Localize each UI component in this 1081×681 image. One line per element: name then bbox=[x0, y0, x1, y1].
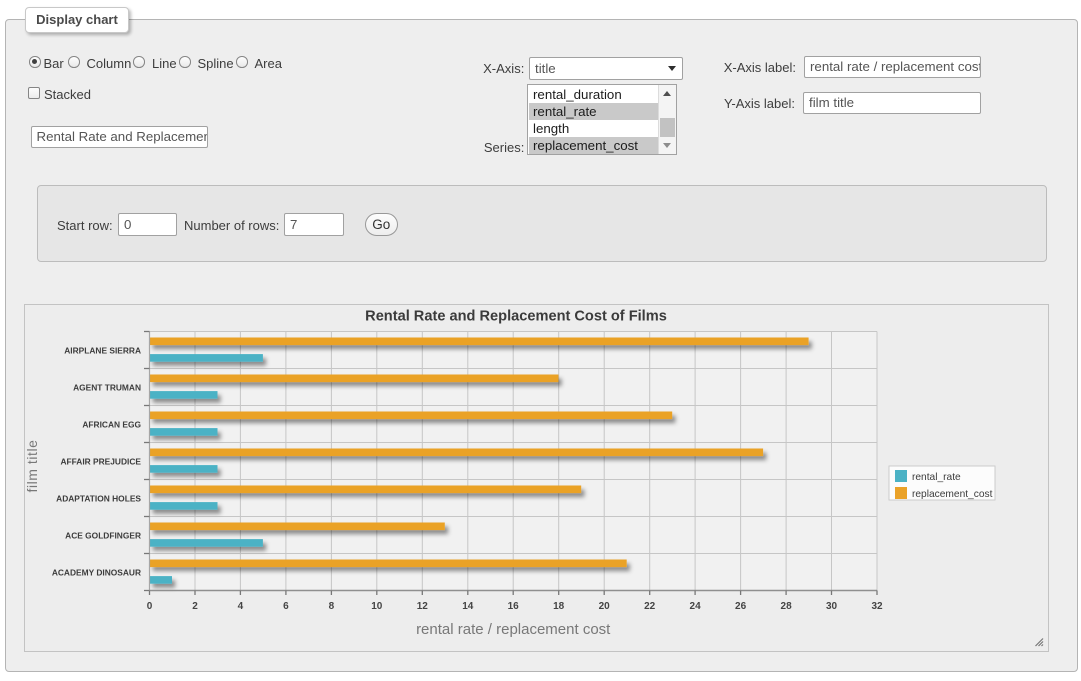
svg-text:AFRICAN EGG: AFRICAN EGG bbox=[82, 420, 141, 430]
svg-text:26: 26 bbox=[735, 601, 747, 612]
svg-text:18: 18 bbox=[553, 601, 565, 612]
svg-text:30: 30 bbox=[826, 601, 838, 612]
svg-text:10: 10 bbox=[371, 601, 383, 612]
svg-text:AFFAIR PREJUDICE: AFFAIR PREJUDICE bbox=[60, 457, 141, 467]
svg-text:AGENT TRUMAN: AGENT TRUMAN bbox=[73, 383, 141, 393]
svg-text:12: 12 bbox=[417, 601, 429, 612]
svg-text:ADAPTATION HOLES: ADAPTATION HOLES bbox=[56, 494, 141, 504]
svg-text:rental rate / replacement cost: rental rate / replacement cost bbox=[416, 621, 611, 638]
svg-text:film title: film title bbox=[25, 440, 40, 493]
svg-text:rental_rate: rental_rate bbox=[912, 472, 961, 483]
svg-text:replacement_cost: replacement_cost bbox=[912, 489, 993, 500]
svg-text:22: 22 bbox=[644, 601, 656, 612]
svg-text:16: 16 bbox=[508, 601, 520, 612]
svg-text:20: 20 bbox=[599, 601, 611, 612]
svg-text:8: 8 bbox=[329, 601, 335, 612]
svg-text:ACADEMY DINOSAUR: ACADEMY DINOSAUR bbox=[52, 568, 141, 578]
svg-text:28: 28 bbox=[781, 601, 793, 612]
svg-text:32: 32 bbox=[871, 601, 883, 612]
svg-text:24: 24 bbox=[690, 601, 702, 612]
svg-text:2: 2 bbox=[192, 601, 198, 612]
svg-text:6: 6 bbox=[283, 601, 289, 612]
svg-text:14: 14 bbox=[462, 601, 474, 612]
svg-text:0: 0 bbox=[147, 601, 153, 612]
svg-text:Rental Rate and Replacement Co: Rental Rate and Replacement Cost of Film… bbox=[365, 309, 667, 325]
svg-text:ACE GOLDFINGER: ACE GOLDFINGER bbox=[65, 531, 141, 541]
svg-text:AIRPLANE SIERRA: AIRPLANE SIERRA bbox=[64, 346, 141, 356]
svg-text:4: 4 bbox=[238, 601, 244, 612]
